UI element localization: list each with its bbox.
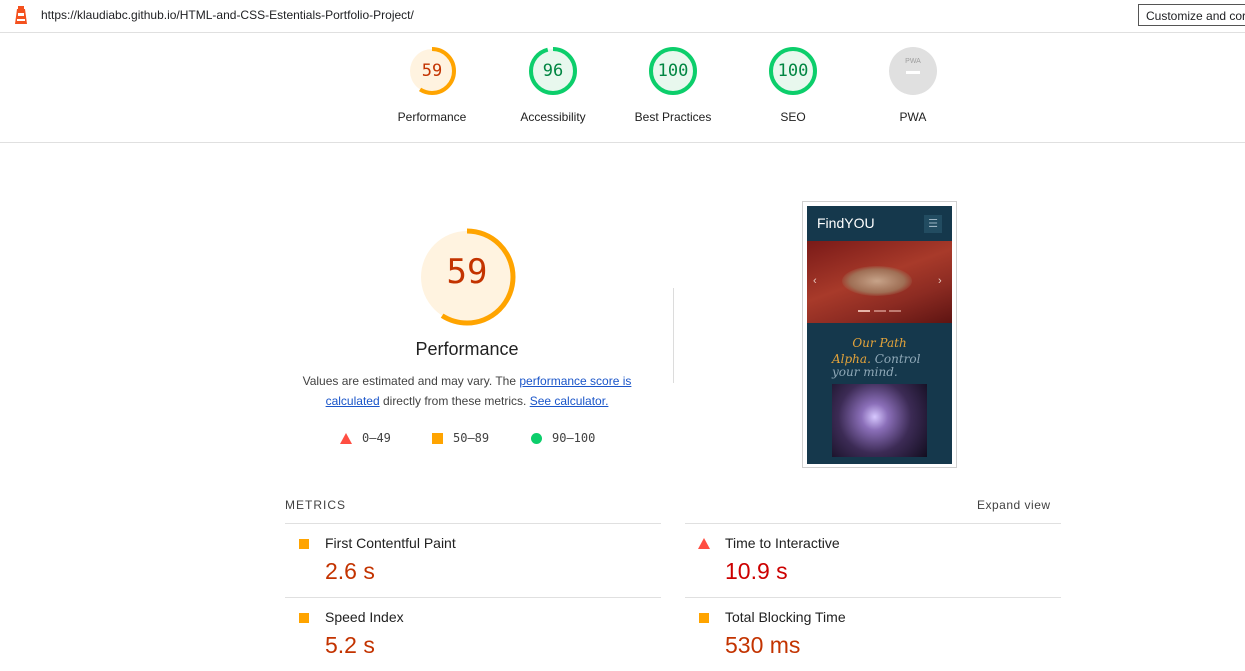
legend-label: 90–100 (552, 431, 596, 445)
metric-name: First Contentful Paint (325, 535, 456, 551)
chevron-left-icon: ‹ (813, 275, 817, 287)
metric-value: 530 ms (725, 632, 801, 658)
gauge-label: Performance (397, 110, 467, 124)
divider (285, 597, 661, 598)
legend-average: 50–89 (432, 431, 489, 445)
expand-view-button[interactable]: Expand view (977, 498, 1051, 512)
carousel-indicator (874, 310, 886, 312)
metric-value: 5.2 s (325, 632, 375, 658)
gauge-score: 100 (777, 61, 809, 81)
gauge-best-practices[interactable]: 100 Best Practices (613, 46, 733, 124)
gauge-score: 100 (657, 61, 689, 81)
performance-description: Values are estimated and may vary. The p… (297, 371, 637, 411)
pwa-icon: PWA (889, 47, 937, 95)
gauge-score: 96 (542, 61, 564, 81)
description-text: directly from these metrics. (379, 394, 530, 408)
see-calculator-link[interactable]: See calculator. (530, 394, 609, 408)
square-icon (699, 613, 709, 623)
triangle-icon (698, 538, 710, 549)
metric-name: Speed Index (325, 609, 404, 625)
divider (285, 523, 661, 524)
gauge-score: 59 (421, 61, 443, 81)
gauge-label: Accessibility (520, 110, 586, 124)
address-bar-url[interactable]: https://klaudiabc.github.io/HTML-and-CSS… (41, 8, 414, 22)
performance-score: 59 (446, 252, 488, 292)
screenshot-tagline: Alpha. Control your mind. (832, 353, 942, 379)
legend-fail: 0–49 (340, 431, 391, 445)
carousel-indicator (858, 310, 870, 312)
site-brand: FindYOU (817, 215, 875, 231)
svg-text:PWA: PWA (905, 58, 921, 65)
metric-value: 10.9 s (725, 558, 788, 584)
gauge-accessibility[interactable]: 96 Accessibility (493, 46, 613, 124)
description-text: Values are estimated and may vary. The (302, 374, 520, 388)
metrics-title: METRICS (285, 498, 346, 512)
legend-label: 0–49 (362, 431, 391, 445)
performance-title: Performance (415, 339, 519, 359)
square-icon (299, 613, 309, 623)
face-image (832, 384, 927, 457)
gauge-label: SEO (780, 110, 806, 124)
square-icon (299, 539, 309, 549)
divider (673, 288, 674, 383)
customize-button[interactable]: Customize and cor (1138, 4, 1245, 26)
divider (685, 523, 1061, 524)
carousel-indicator (889, 310, 901, 312)
square-icon (432, 433, 443, 444)
gauge-performance[interactable]: 59 Performance (372, 46, 492, 124)
metric-name: Total Blocking Time (725, 609, 846, 625)
gauge-seo[interactable]: 100 SEO (733, 46, 853, 124)
gauge-pwa[interactable]: PWA PWA (853, 46, 973, 124)
metric-name: Time to Interactive (725, 535, 840, 551)
circle-icon (531, 433, 542, 444)
gauge-label: PWA (899, 110, 927, 124)
triangle-icon (340, 433, 352, 444)
hands-image (842, 266, 912, 296)
chevron-right-icon: › (938, 275, 942, 287)
legend-pass: 90–100 (531, 431, 595, 445)
gauge-label: Best Practices (634, 110, 712, 124)
hamburger-icon: ☰ (924, 215, 942, 233)
metric-value: 2.6 s (325, 558, 375, 584)
tagline-highlight: Alpha. (832, 352, 871, 366)
screenshot-heading: Our Path (852, 336, 907, 350)
legend-label: 50–89 (453, 431, 490, 445)
divider (0, 142, 1245, 143)
divider (685, 597, 1061, 598)
lighthouse-icon (15, 6, 27, 24)
